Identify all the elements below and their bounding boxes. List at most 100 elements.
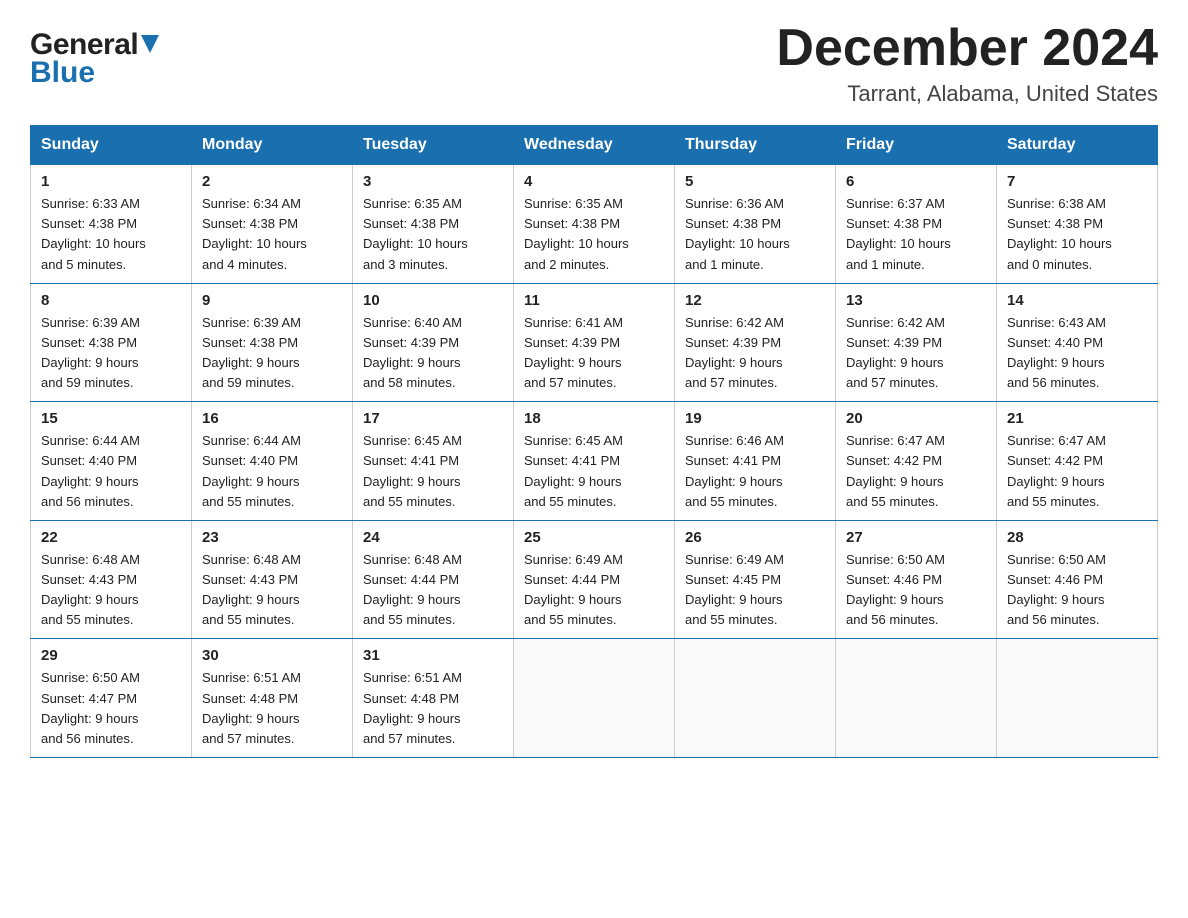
day-number: 12 (685, 292, 825, 309)
calendar-cell: 6Sunrise: 6:37 AMSunset: 4:38 PMDaylight… (836, 165, 997, 284)
day-info: Sunrise: 6:34 AMSunset: 4:38 PMDaylight:… (202, 194, 342, 275)
calendar-cell: 11 Sunrise: 6:41 AMSunset: 4:39 PMDayligh… (514, 283, 675, 402)
day-info: Sunrise: 6:50 AMSunset: 4:46 PMDaylight:… (1007, 550, 1147, 631)
calendar-cell: 17 Sunrise: 6:45 AMSunset: 4:41 PMDayligh… (353, 402, 514, 521)
calendar-cell: 20Sunrise: 6:47 AMSunset: 4:42 PMDayligh… (836, 402, 997, 521)
day-info: Sunrise: 6:48 AMSunset: 4:43 PMDaylight:… (202, 550, 342, 631)
day-number: 10 (363, 292, 503, 309)
day-number: 31 (363, 647, 503, 664)
calendar-cell: 30Sunrise: 6:51 AMSunset: 4:48 PMDayligh… (192, 639, 353, 758)
calendar-cell: 19 Sunrise: 6:46 AMSunset: 4:41 PMDayligh… (675, 402, 836, 521)
week-row-2: 8Sunrise: 6:39 AMSunset: 4:38 PMDaylight… (31, 283, 1158, 402)
page-header: General Blue December 2024 Tarrant, Alab… (30, 20, 1158, 107)
calendar-cell: 15Sunrise: 6:44 AMSunset: 4:40 PMDayligh… (31, 402, 192, 521)
day-info: Sunrise: 6:51 AMSunset: 4:48 PMDaylight:… (363, 668, 503, 749)
calendar-cell: 14 Sunrise: 6:43 AMSunset: 4:40 PMDayligh… (997, 283, 1158, 402)
calendar-cell: 10 Sunrise: 6:40 AMSunset: 4:39 PMDayligh… (353, 283, 514, 402)
calendar-cell: 7Sunrise: 6:38 AMSunset: 4:38 PMDaylight… (997, 165, 1158, 284)
calendar-cell: 5 Sunrise: 6:36 AMSunset: 4:38 PMDaylight… (675, 165, 836, 284)
week-row-3: 15 Sunrise: 6:44 AMSunset: 4:40 PMDayligh… (31, 402, 1158, 521)
day-info: Sunrise: 6:33 AMSunset: 4:38 PMDaylight:… (41, 194, 181, 275)
day-number: 11 (524, 292, 664, 309)
week-row-1: 1 Sunrise: 6:33 AMSunset: 4:38 PMDaylight… (31, 165, 1158, 284)
day-info: Sunrise: 6:47 AMSunset: 4:42 PMDaylight:… (1007, 431, 1147, 512)
day-info: Sunrise: 6:35 AMSunset: 4:38 PMDaylight:… (363, 194, 503, 275)
calendar-cell: 21 Sunrise: 6:47 AMSunset: 4:42 PMDayligh… (997, 402, 1158, 521)
day-info: Sunrise: 6:45 AMSunset: 4:41 PMDaylight:… (524, 431, 664, 512)
day-info: Sunrise: 6:48 AMSunset: 4:43 PMDaylight:… (41, 550, 181, 631)
day-number: 18 (524, 410, 664, 427)
day-info: Sunrise: 6:50 AMSunset: 4:46 PMDaylight:… (846, 550, 986, 631)
day-number: 5 (685, 173, 825, 190)
day-number: 4 (524, 173, 664, 190)
logo-arrow-icon (141, 35, 159, 57)
calendar-cell: 9 Sunrise: 6:39 AMSunset: 4:38 PMDaylight… (192, 283, 353, 402)
day-info: Sunrise: 6:41 AMSunset: 4:39 PMDaylight:… (524, 313, 664, 394)
day-info: Sunrise: 6:47 AMSunset: 4:42 PMDaylight:… (846, 431, 986, 512)
day-number: 14 (1007, 292, 1147, 309)
day-number: 16 (202, 410, 342, 427)
calendar-cell (675, 639, 836, 758)
weekday-header-thursday: Thursday (675, 126, 836, 165)
day-info: Sunrise: 6:36 AMSunset: 4:38 PMDaylight:… (685, 194, 825, 275)
month-title: December 2024 (776, 20, 1158, 77)
calendar-cell: 13 Sunrise: 6:42 AMSunset: 4:39 PMDayligh… (836, 283, 997, 402)
location-title: Tarrant, Alabama, United States (776, 81, 1158, 107)
day-number: 28 (1007, 529, 1147, 546)
day-info: Sunrise: 6:35 AMSunset: 4:38 PMDaylight:… (524, 194, 664, 275)
calendar-cell: 4 Sunrise: 6:35 AMSunset: 4:38 PMDaylight… (514, 165, 675, 284)
logo-blue-text: Blue (30, 56, 95, 90)
calendar-table: SundayMondayTuesdayWednesdayThursdayFrid… (30, 125, 1158, 758)
calendar-cell (514, 639, 675, 758)
calendar-cell: 8Sunrise: 6:39 AMSunset: 4:38 PMDaylight… (31, 283, 192, 402)
day-info: Sunrise: 6:39 AMSunset: 4:38 PMDaylight:… (41, 313, 181, 394)
calendar-cell: 24Sunrise: 6:48 AMSunset: 4:44 PMDayligh… (353, 520, 514, 639)
day-number: 15 (41, 410, 181, 427)
day-number: 2 (202, 173, 342, 190)
weekday-header-saturday: Saturday (997, 126, 1158, 165)
day-number: 23 (202, 529, 342, 546)
day-info: Sunrise: 6:42 AMSunset: 4:39 PMDaylight:… (685, 313, 825, 394)
day-info: Sunrise: 6:38 AMSunset: 4:38 PMDaylight:… (1007, 194, 1147, 275)
day-number: 13 (846, 292, 986, 309)
day-number: 21 (1007, 410, 1147, 427)
day-number: 25 (524, 529, 664, 546)
weekday-header-tuesday: Tuesday (353, 126, 514, 165)
day-info: Sunrise: 6:44 AMSunset: 4:40 PMDaylight:… (202, 431, 342, 512)
day-number: 17 (363, 410, 503, 427)
day-number: 1 (41, 173, 181, 190)
calendar-cell (997, 639, 1158, 758)
day-info: Sunrise: 6:40 AMSunset: 4:39 PMDaylight:… (363, 313, 503, 394)
day-number: 19 (685, 410, 825, 427)
day-info: Sunrise: 6:45 AMSunset: 4:41 PMDaylight:… (363, 431, 503, 512)
day-info: Sunrise: 6:37 AMSunset: 4:38 PMDaylight:… (846, 194, 986, 275)
week-row-5: 29 Sunrise: 6:50 AMSunset: 4:47 PMDayligh… (31, 639, 1158, 758)
calendar-cell: 22Sunrise: 6:48 AMSunset: 4:43 PMDayligh… (31, 520, 192, 639)
day-info: Sunrise: 6:49 AMSunset: 4:44 PMDaylight:… (524, 550, 664, 631)
calendar-cell: 31 Sunrise: 6:51 AMSunset: 4:48 PMDayligh… (353, 639, 514, 758)
weekday-header-sunday: Sunday (31, 126, 192, 165)
calendar-cell: 29 Sunrise: 6:50 AMSunset: 4:47 PMDayligh… (31, 639, 192, 758)
calendar-cell: 3 Sunrise: 6:35 AMSunset: 4:38 PMDaylight… (353, 165, 514, 284)
day-info: Sunrise: 6:48 AMSunset: 4:44 PMDaylight:… (363, 550, 503, 631)
calendar-cell: 2 Sunrise: 6:34 AMSunset: 4:38 PMDaylight… (192, 165, 353, 284)
title-block: December 2024 Tarrant, Alabama, United S… (776, 20, 1158, 107)
weekday-header-friday: Friday (836, 126, 997, 165)
day-number: 29 (41, 647, 181, 664)
day-info: Sunrise: 6:42 AMSunset: 4:39 PMDaylight:… (846, 313, 986, 394)
calendar-cell: 26 Sunrise: 6:49 AMSunset: 4:45 PMDayligh… (675, 520, 836, 639)
day-info: Sunrise: 6:50 AMSunset: 4:47 PMDaylight:… (41, 668, 181, 749)
day-info: Sunrise: 6:46 AMSunset: 4:41 PMDaylight:… (685, 431, 825, 512)
day-number: 3 (363, 173, 503, 190)
day-info: Sunrise: 6:39 AMSunset: 4:38 PMDaylight:… (202, 313, 342, 394)
calendar-cell: 16 Sunrise: 6:44 AMSunset: 4:40 PMDayligh… (192, 402, 353, 521)
day-number: 27 (846, 529, 986, 546)
day-info: Sunrise: 6:43 AMSunset: 4:40 PMDaylight:… (1007, 313, 1147, 394)
day-number: 9 (202, 292, 342, 309)
day-number: 26 (685, 529, 825, 546)
calendar-cell: 18 Sunrise: 6:45 AMSunset: 4:41 PMDayligh… (514, 402, 675, 521)
day-info: Sunrise: 6:51 AMSunset: 4:48 PMDaylight:… (202, 668, 342, 749)
calendar-cell: 1 Sunrise: 6:33 AMSunset: 4:38 PMDaylight… (31, 165, 192, 284)
calendar-cell: 25 Sunrise: 6:49 AMSunset: 4:44 PMDayligh… (514, 520, 675, 639)
day-info: Sunrise: 6:49 AMSunset: 4:45 PMDaylight:… (685, 550, 825, 631)
